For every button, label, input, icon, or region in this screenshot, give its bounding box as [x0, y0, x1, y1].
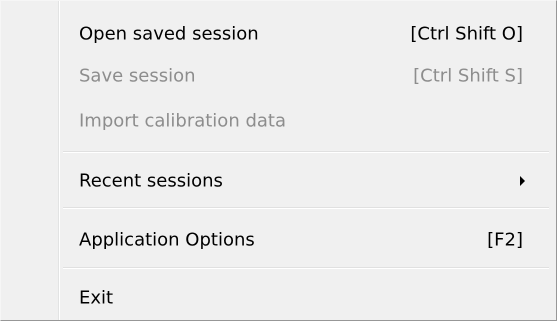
menu-item-shortcut: [Ctrl Shift S]: [413, 65, 523, 87]
menu-item-label: Recent sessions: [79, 170, 223, 192]
menu-item-label: Exit: [79, 287, 114, 309]
menu-item-open-saved-session[interactable]: Open saved session [Ctrl Shift O]: [59, 14, 555, 54]
menu-item-label: Import calibration data: [79, 110, 286, 132]
menu-item-label: Save session: [79, 65, 196, 87]
menu-separator: [63, 207, 549, 209]
menu-separator: [63, 151, 549, 153]
submenu-arrow-icon: [520, 176, 525, 186]
menu-item-import-calibration-data[interactable]: Import calibration data: [59, 101, 555, 141]
menu-item-application-options[interactable]: Application Options [F2]: [59, 220, 555, 260]
menu-item-exit[interactable]: Exit: [59, 278, 555, 318]
menu-item-save-session[interactable]: Save session [Ctrl Shift S]: [59, 56, 555, 96]
menu-separator: [63, 267, 549, 269]
menu-item-shortcut: [Ctrl Shift O]: [410, 23, 523, 45]
menu-item-shortcut: [F2]: [487, 229, 523, 251]
menu-item-label: Open saved session: [79, 23, 259, 45]
menu-item-recent-sessions[interactable]: Recent sessions: [59, 161, 555, 201]
context-menu: Open saved session [Ctrl Shift O] Save s…: [0, 0, 557, 321]
menu-item-label: Application Options: [79, 229, 255, 251]
